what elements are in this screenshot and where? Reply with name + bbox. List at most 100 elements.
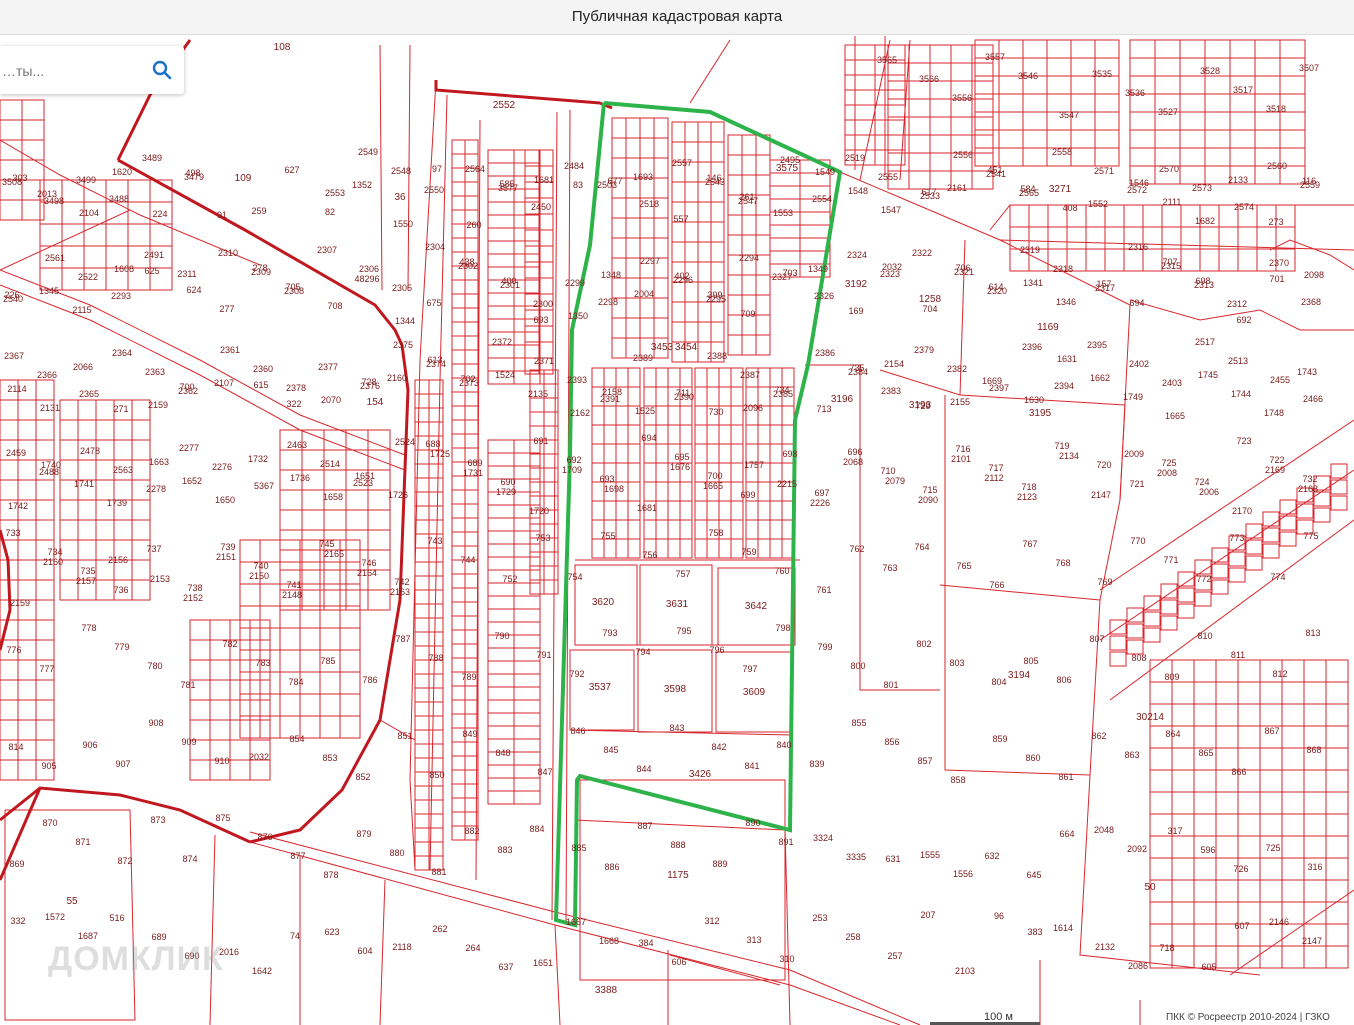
parcel-label: 2155	[950, 397, 970, 407]
parcel-outline	[279, 627, 301, 651]
parcel-label: 693	[599, 474, 614, 484]
parcel-label: 723	[1236, 436, 1251, 446]
map-canvas[interactable]: 1081093615431921258116931963193319531945…	[0, 35, 1354, 1025]
parcel-label: 700	[707, 471, 722, 481]
parcel-label: 773	[1229, 533, 1244, 543]
parcel-outline	[1259, 813, 1283, 837]
parcel-label: 2032	[882, 262, 902, 272]
parcel-outline	[35, 419, 55, 441]
parcel-outline	[1171, 703, 1195, 727]
parcel-outline	[131, 559, 151, 581]
parcel-label: 116	[1302, 176, 1316, 186]
parcel-label: 108	[274, 42, 291, 53]
parcel-label: 2297	[640, 256, 660, 266]
parcel-label: 882	[464, 826, 479, 836]
parcel-outline	[59, 459, 79, 481]
parcel-label: 739	[220, 542, 235, 552]
parcel-outline	[627, 424, 641, 445]
parcel-outline	[451, 517, 466, 533]
parcel-outline	[769, 405, 783, 426]
parcel-label: 631	[885, 854, 900, 864]
parcel-outline	[464, 139, 479, 155]
parcel-label: 740	[253, 561, 268, 571]
parcel-outline	[1303, 835, 1327, 859]
parcel-outline	[1313, 491, 1331, 507]
parcel-label: 804	[991, 677, 1006, 687]
parcel-outline	[653, 177, 669, 199]
parcel-outline	[513, 790, 541, 805]
parcel-label: 690	[500, 477, 515, 487]
search-icon[interactable]	[150, 58, 174, 82]
parcel-outline	[17, 719, 37, 741]
parcel-outline	[0, 119, 23, 141]
parcel-outline	[844, 44, 876, 61]
parcel-label: 146	[706, 173, 721, 183]
search-box[interactable]	[0, 46, 184, 94]
parcel-outline	[1149, 769, 1173, 793]
parcel-outline	[524, 149, 540, 167]
parcel-label: 2133	[1228, 175, 1248, 185]
parcel-label: 3507	[1299, 63, 1319, 73]
parcel-outline	[513, 725, 541, 740]
parcel-outline	[131, 459, 151, 481]
parcel-label: 625	[144, 266, 159, 276]
parcel-label: 692	[566, 455, 581, 465]
parcel-label: 3528	[1200, 66, 1220, 76]
parcel-outline	[59, 439, 79, 461]
parcel-outline	[61, 223, 85, 247]
parcel-outline	[679, 519, 693, 540]
parcel-label: 3518	[1266, 104, 1286, 114]
parcel-outline	[1193, 923, 1217, 947]
parcel-label: 2387	[740, 370, 760, 380]
parcel-label: 1651	[355, 471, 375, 481]
parcel-outline	[1046, 129, 1072, 149]
parcel-label: 864	[1165, 729, 1180, 739]
parcel-outline	[487, 292, 515, 307]
parcel-label: 2131	[40, 403, 60, 413]
parcel-outline	[1179, 75, 1206, 95]
parcel-outline	[414, 673, 430, 689]
parcel-label: 709	[740, 309, 755, 319]
parcel-outline	[1161, 226, 1182, 250]
parcel-label: 1682	[1195, 216, 1215, 226]
parcel-outline	[615, 519, 629, 540]
parcel-outline	[367, 489, 391, 511]
parcel-label: 2151	[216, 552, 236, 562]
parcel-label: 278	[252, 263, 267, 273]
parcel-label: 2389	[633, 353, 653, 363]
parcel-outline	[319, 583, 341, 607]
parcel-outline	[77, 519, 97, 541]
parcel-label: 779	[114, 642, 129, 652]
parcel-outline	[538, 277, 554, 295]
parcel-label: 863	[1124, 750, 1139, 760]
parcel-label: 722	[1269, 455, 1284, 465]
parcel-outline	[1229, 93, 1256, 113]
parcel-label: 805	[1023, 656, 1038, 666]
parcel-outline	[755, 194, 771, 216]
cadastral-map[interactable]: 108 109 36 154 3192 1258 1169 3196 3193 3195 3194 5…	[0, 35, 1354, 1025]
parcel-label: 694	[1129, 298, 1144, 308]
parcel-label: 876	[257, 832, 272, 842]
parcel-outline	[279, 509, 303, 531]
parcel-outline	[755, 274, 771, 296]
parcel-outline	[639, 117, 655, 139]
parcel-label: 1744	[1231, 389, 1251, 399]
parcel-label: 756	[642, 550, 657, 560]
parcel-outline	[718, 367, 732, 388]
parcel-outline	[414, 617, 430, 633]
parcel-outline	[35, 439, 55, 461]
parcel-outline	[513, 686, 541, 701]
parcel-label: 303	[12, 173, 27, 183]
parcel-outline	[710, 221, 725, 243]
parcel-outline	[464, 307, 479, 323]
boundary-major	[434, 80, 601, 105]
search-input[interactable]	[0, 58, 134, 84]
parcel-outline	[799, 224, 831, 239]
parcel-outline	[487, 214, 515, 229]
parcel-outline	[35, 619, 55, 641]
parcel-label: 851	[397, 731, 412, 741]
parcel-label: 858	[950, 775, 965, 785]
parcel-label: 207	[920, 910, 935, 920]
parcel-outline	[464, 181, 479, 197]
parcel-label: 862	[1091, 731, 1106, 741]
